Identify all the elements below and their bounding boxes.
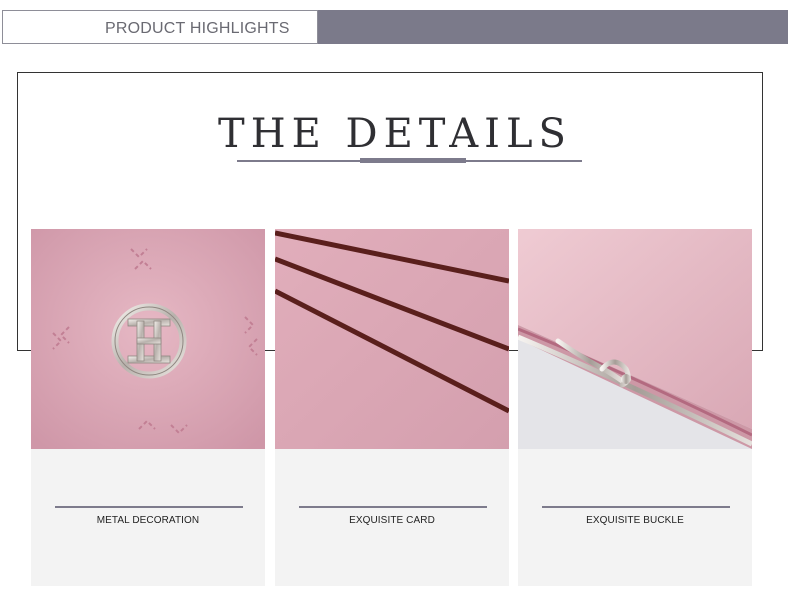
- card-divider: [55, 506, 243, 508]
- metal-logo-emblem-photo: [31, 229, 265, 449]
- feature-label: EXQUISITE BUCKLE: [586, 515, 684, 526]
- banner-title: PRODUCT HIGHLIGHTS: [105, 20, 290, 37]
- feature-card-metal-decoration: METAL DECORATION: [31, 229, 265, 586]
- kiss-lock-buckle-photo: [518, 229, 752, 449]
- section-title: THE DETAILS: [218, 111, 572, 157]
- card-divider: [299, 506, 487, 508]
- banner-label-box: PRODUCT HIGHLIGHTS: [2, 10, 318, 44]
- feature-card-exquisite-buckle: EXQUISITE BUCKLE: [518, 229, 752, 586]
- feature-card-exquisite-card: EXQUISITE CARD: [275, 229, 509, 586]
- feature-label: METAL DECORATION: [96, 515, 200, 526]
- card-divider: [542, 506, 730, 508]
- section-banner: PRODUCT HIGHLIGHTS: [2, 10, 788, 44]
- feature-label: EXQUISITE CARD: [349, 515, 435, 526]
- title-underline-accent: [360, 158, 466, 163]
- card-stripes-photo: [275, 229, 509, 449]
- banner-accent-bar: [318, 10, 788, 44]
